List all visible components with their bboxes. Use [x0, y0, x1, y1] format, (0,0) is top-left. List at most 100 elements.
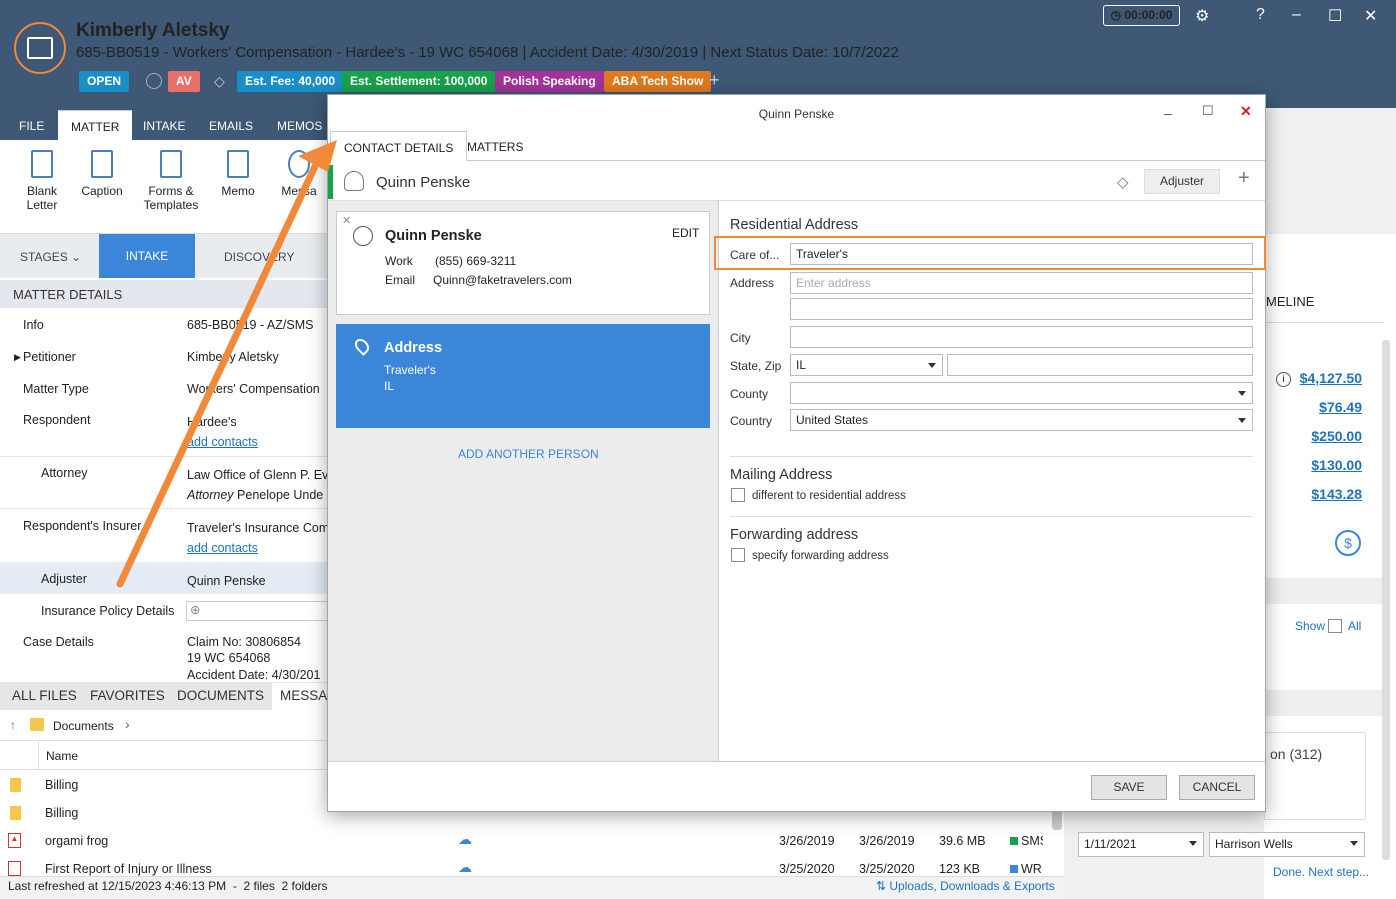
- stage-intake[interactable]: INTAKE: [99, 234, 195, 278]
- stages-dropdown[interactable]: STAGES ⌄: [20, 250, 81, 264]
- status-badge[interactable]: OPEN: [79, 71, 130, 92]
- messages-button[interactable]: Messa: [274, 150, 324, 198]
- blank-letter-button[interactable]: Blank Letter: [22, 150, 62, 212]
- up-arrow-icon[interactable]: ↑: [10, 718, 16, 732]
- tag-est-settlement[interactable]: Est. Settlement: 100,000: [342, 71, 496, 92]
- minimize-icon[interactable]: –: [1292, 6, 1301, 24]
- insurer-value[interactable]: Traveler's Insurance Com: [187, 521, 329, 535]
- gear-icon[interactable]: ⚙: [1195, 6, 1209, 26]
- info-icon[interactable]: i: [1276, 372, 1291, 387]
- date-dropdown[interactable]: 1/11/2021: [1078, 832, 1204, 857]
- column-divider: [38, 740, 39, 770]
- tab-matters[interactable]: MATTERS: [454, 131, 536, 161]
- tab-all-files[interactable]: ALL FILES: [12, 688, 77, 703]
- mailing-checkbox-label[interactable]: different to residential address: [752, 490, 906, 502]
- table-row[interactable]: First Report of Injury or Illness ☁ 3/25/2…: [0, 855, 1064, 876]
- table-row[interactable]: ▲ orgami frog ☁ 3/26/2019 3/26/2019 39.6 MB SM…: [0, 827, 1064, 854]
- maximize-icon[interactable]: ☐: [1202, 103, 1214, 119]
- county-label: County: [730, 387, 769, 401]
- scrollbar[interactable]: [1382, 340, 1390, 860]
- initials-badge[interactable]: AV: [168, 71, 200, 92]
- tab-matter[interactable]: MATTER: [58, 110, 133, 140]
- city-input[interactable]: [790, 326, 1253, 348]
- edit-button[interactable]: EDIT: [672, 226, 699, 240]
- done-next-step-link[interactable]: Done. Next step...: [1273, 865, 1369, 879]
- address-input[interactable]: Enter address: [790, 272, 1253, 294]
- close-icon[interactable]: ✕: [1364, 6, 1377, 26]
- insurer-add-contacts-link[interactable]: add contacts: [187, 541, 258, 555]
- amount-item[interactable]: $250.00: [1311, 428, 1362, 444]
- show-all-checkbox[interactable]: [1328, 619, 1342, 633]
- work-label: Work: [385, 254, 413, 268]
- person-card[interactable]: ✕ Quinn Penske EDIT Work (855) 669-3211 …: [336, 211, 710, 315]
- attorney-person: Penelope Unde: [237, 488, 324, 502]
- forms-templates-button[interactable]: Forms & Templates: [140, 150, 202, 212]
- stages-label: STAGES: [20, 250, 68, 264]
- tag-aba-tech-show[interactable]: ABA Tech Show: [604, 71, 712, 92]
- all-label: All: [1348, 619, 1362, 633]
- timeline-tab[interactable]: MELINE: [1266, 294, 1314, 309]
- address-card[interactable]: Address Traveler's IL: [336, 324, 710, 428]
- uploads-link[interactable]: ⇅ Uploads, Downloads & Exports: [876, 879, 1055, 893]
- minimize-icon[interactable]: –: [1164, 105, 1172, 121]
- tab-emails[interactable]: EMAILS: [196, 110, 266, 140]
- maximize-icon[interactable]: ☐: [1328, 6, 1342, 26]
- remove-person-icon[interactable]: ✕: [342, 214, 351, 227]
- tab-memos[interactable]: MEMOS: [264, 110, 335, 140]
- tab-intake[interactable]: INTAKE: [130, 110, 198, 140]
- add-tag-button[interactable]: +: [709, 70, 720, 91]
- cancel-button[interactable]: CANCEL: [1179, 775, 1255, 800]
- name-column-header[interactable]: Name: [46, 749, 78, 763]
- state-dropdown[interactable]: IL: [790, 354, 943, 376]
- assignee-dropdown[interactable]: Harrison Wells: [1209, 832, 1365, 857]
- attorney-value[interactable]: Law Office of Glenn P. Ev: [187, 468, 328, 482]
- add-role-button[interactable]: +: [1238, 167, 1250, 190]
- caption-button[interactable]: Caption: [78, 150, 126, 198]
- respondent-value[interactable]: Hardee's: [187, 415, 237, 429]
- petitioner-value[interactable]: Kimberly Aletsky: [187, 350, 279, 364]
- tab-contact-details[interactable]: CONTACT DETAILS: [330, 131, 468, 161]
- amount-total[interactable]: $4,127.50: [1300, 370, 1362, 386]
- forwarding-checkbox[interactable]: [731, 548, 745, 562]
- email-value[interactable]: Quinn@faketravelers.com: [433, 273, 572, 287]
- stage-discovery[interactable]: DISCOVERY: [224, 250, 294, 264]
- tag-est-fee[interactable]: Est. Fee: 40,000: [237, 71, 344, 92]
- country-dropdown[interactable]: United States: [790, 409, 1253, 431]
- memo-button[interactable]: Memo: [218, 150, 258, 198]
- messages-label: Messa: [281, 184, 317, 198]
- address-line1: Traveler's: [384, 363, 436, 377]
- add-contacts-link[interactable]: add contacts: [187, 435, 258, 449]
- help-icon[interactable]: ?: [1256, 6, 1265, 24]
- address-line2-input[interactable]: [790, 298, 1253, 320]
- mailing-checkbox[interactable]: [731, 488, 745, 502]
- amount-item[interactable]: $76.49: [1319, 399, 1362, 415]
- tag-polish-speaking[interactable]: Polish Speaking: [495, 71, 604, 92]
- attorney-role: Attorney: [187, 488, 234, 502]
- blank-letter-label: Blank Letter: [26, 184, 58, 212]
- work-phone[interactable]: (855) 669-3211: [435, 254, 516, 268]
- tab-favorites[interactable]: FAVORITES: [90, 688, 165, 703]
- role-badge[interactable]: Adjuster: [1144, 169, 1220, 194]
- timer-button[interactable]: ◷ 00:00:00: [1103, 5, 1180, 26]
- add-policy-button[interactable]: ⊕: [186, 601, 330, 621]
- tag-icon[interactable]: ◇: [1117, 173, 1129, 191]
- status-text: Last refreshed at 12/15/2023 4:46:13 PM …: [8, 879, 328, 893]
- adjuster-value[interactable]: Quinn Penske: [187, 574, 266, 588]
- file-date-modified: 3/25/2020: [859, 862, 915, 876]
- tab-messages[interactable]: MESSA: [272, 683, 330, 710]
- file-date-created: 3/25/2020: [779, 862, 835, 876]
- save-button[interactable]: SAVE: [1091, 775, 1167, 800]
- forwarding-checkbox-label[interactable]: specify forwarding address: [752, 550, 889, 562]
- tab-documents[interactable]: DOCUMENTS: [177, 688, 264, 703]
- amount-item[interactable]: $143.28: [1311, 486, 1362, 502]
- tab-file[interactable]: FILE: [6, 110, 57, 140]
- amount-item[interactable]: $130.00: [1311, 457, 1362, 473]
- expand-icon[interactable]: ▶: [14, 352, 21, 363]
- breadcrumb[interactable]: Documents: [53, 719, 114, 733]
- close-icon[interactable]: ✕: [1240, 103, 1252, 120]
- dollar-icon[interactable]: $: [1335, 530, 1361, 556]
- add-another-person-button[interactable]: ADD ANOTHER PERSON: [458, 447, 599, 461]
- county-dropdown[interactable]: [790, 382, 1253, 404]
- caption-label: Caption: [81, 184, 123, 198]
- zip-input[interactable]: [947, 354, 1253, 376]
